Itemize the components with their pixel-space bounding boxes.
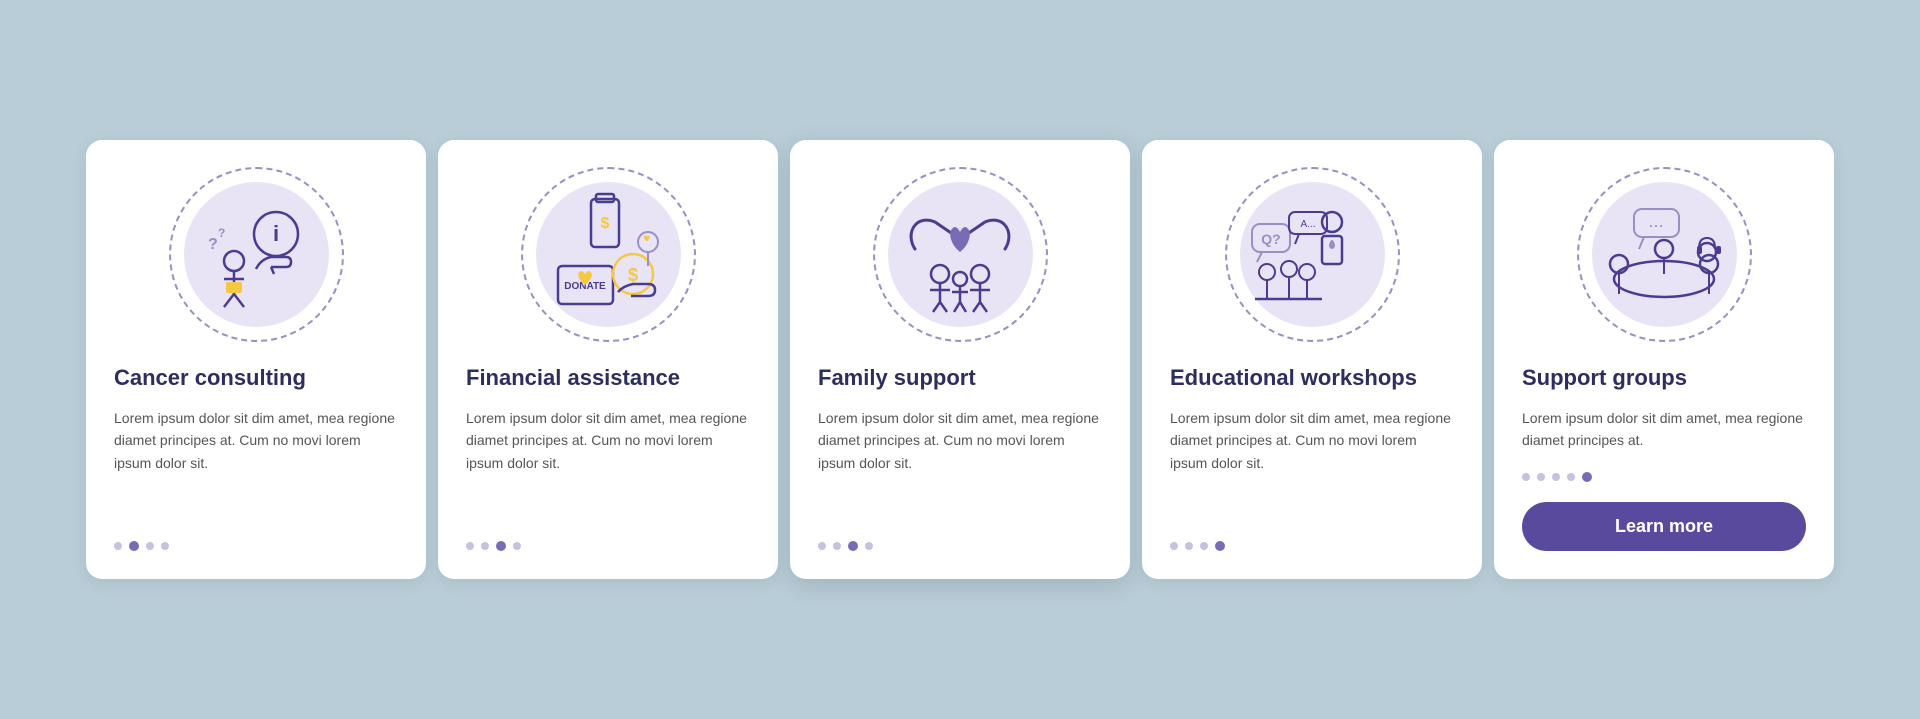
learn-more-button[interactable]: Learn more <box>1522 502 1806 551</box>
dots-cancer-consulting <box>114 541 169 551</box>
dot-4[interactable] <box>865 542 873 550</box>
card-body-educational: Lorem ipsum dolor sit dim amet, mea regi… <box>1170 407 1454 521</box>
dot-3-active[interactable] <box>496 541 506 551</box>
dot-1[interactable] <box>466 542 474 550</box>
card-family-support: Family support Lorem ipsum dolor sit dim… <box>790 140 1130 578</box>
dot-2[interactable] <box>481 542 489 550</box>
dot-2[interactable] <box>1185 542 1193 550</box>
card-title-cancer-consulting: Cancer consulting <box>114 364 306 393</box>
icon-area-cancer-consulting: i ? ? <box>114 164 398 344</box>
dot-2[interactable] <box>833 542 841 550</box>
dot-2-active[interactable] <box>129 541 139 551</box>
icon-area-educational-workshops: Q? A... <box>1170 164 1454 344</box>
card-body-family: Lorem ipsum dolor sit dim amet, mea regi… <box>818 407 1102 521</box>
icon-area-family-support <box>818 164 1102 344</box>
card-body-support-groups: Lorem ipsum dolor sit dim amet, mea regi… <box>1522 407 1806 452</box>
dot-3[interactable] <box>146 542 154 550</box>
card-title-educational: Educational workshops <box>1170 364 1417 393</box>
dot-1[interactable] <box>1170 542 1178 550</box>
card-financial-assistance: $ DONATE $ <box>438 140 778 578</box>
dots-support-groups <box>1522 472 1592 482</box>
dot-1[interactable] <box>818 542 826 550</box>
dot-2[interactable] <box>1537 473 1545 481</box>
card-body-financial: Lorem ipsum dolor sit dim amet, mea regi… <box>466 407 750 521</box>
card-title-family: Family support <box>818 364 976 393</box>
dot-4-active[interactable] <box>1215 541 1225 551</box>
dot-3-active[interactable] <box>848 541 858 551</box>
dot-4[interactable] <box>1567 473 1575 481</box>
dot-1[interactable] <box>1522 473 1530 481</box>
card-educational-workshops: Q? A... Educational workshops Lorem ipsu… <box>1142 140 1482 578</box>
cards-container: i ? ? Cancer consulting Lorem ipsum dolo… <box>86 140 1834 578</box>
icon-area-support-groups: ... <box>1522 164 1806 344</box>
dots-financial <box>466 541 521 551</box>
card-body-cancer-consulting: Lorem ipsum dolor sit dim amet, mea regi… <box>114 407 398 521</box>
card-support-groups: ... Support groups Lorem ipsum dolor sit… <box>1494 140 1834 578</box>
dot-4[interactable] <box>161 542 169 550</box>
dots-family <box>818 541 873 551</box>
card-title-financial: Financial assistance <box>466 364 680 393</box>
dot-1[interactable] <box>114 542 122 550</box>
dot-3[interactable] <box>1552 473 1560 481</box>
dot-4[interactable] <box>513 542 521 550</box>
card-title-support-groups: Support groups <box>1522 364 1687 393</box>
dot-5-active[interactable] <box>1582 472 1592 482</box>
dots-educational <box>1170 541 1225 551</box>
icon-area-financial-assistance: $ DONATE $ <box>466 164 750 344</box>
dot-3[interactable] <box>1200 542 1208 550</box>
card-cancer-consulting: i ? ? Cancer consulting Lorem ipsum dolo… <box>86 140 426 578</box>
